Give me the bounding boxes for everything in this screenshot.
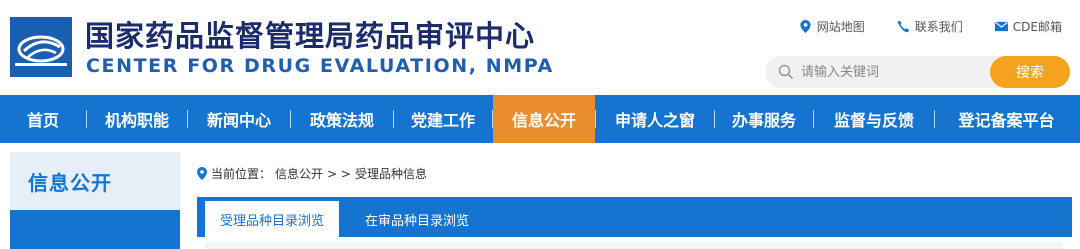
breadcrumb: 当前位置： 信息公开 > > 受理品种信息 (197, 165, 427, 182)
mail-icon (994, 21, 1008, 32)
phone-icon (897, 20, 909, 33)
breadcrumb-parent-link[interactable]: 信息公开 (275, 165, 323, 182)
nav-item-policy[interactable]: 政策法规 (291, 95, 393, 143)
nav-item-party[interactable]: 党建工作 (394, 95, 492, 143)
site-title-en: CENTER FOR DRUG EVALUATION, NMPA (86, 55, 554, 77)
map-pin-icon (800, 20, 811, 33)
search-icon (778, 64, 794, 80)
sitemap-link[interactable]: 网站地图 (799, 18, 865, 35)
main-nav: 首页 机构职能 新闻中心 政策法规 党建工作 信息公开 申请人之窗 办事服务 监… (0, 95, 1080, 143)
tab-accepted-catalog[interactable]: 受理品种目录浏览 (205, 201, 339, 237)
site-header: 国家药品监督管理局药品审评中心 CENTER FOR DRUG EVALUATI… (0, 0, 1080, 95)
nav-item-registration[interactable]: 登记备案平台 (935, 95, 1078, 143)
tabs-bar: 受理品种目录浏览 在审品种目录浏览 (197, 197, 1072, 237)
location-pin-icon (197, 167, 207, 180)
site-title-cn: 国家药品监督管理局药品审评中心 (85, 19, 536, 53)
nmpa-logo-icon[interactable] (10, 17, 72, 77)
contact-link[interactable]: 联系我们 (897, 18, 963, 35)
nav-item-functions[interactable]: 机构职能 (87, 95, 187, 143)
mail-label: CDE邮箱 (1012, 20, 1062, 34)
search-button[interactable]: 搜索 (990, 56, 1070, 88)
sidebar-title: 信息公开 (10, 152, 180, 210)
contact-label: 联系我们 (914, 20, 963, 34)
search-box: 搜索 (765, 56, 1070, 88)
content-area (205, 242, 1062, 249)
search-input[interactable] (801, 60, 981, 84)
nav-item-news[interactable]: 新闻中心 (188, 95, 290, 143)
nav-item-home[interactable]: 首页 (0, 95, 86, 143)
breadcrumb-current: 受理品种信息 (354, 167, 427, 181)
nav-item-info-public[interactable]: 信息公开 (493, 95, 595, 143)
tab-under-review-catalog[interactable]: 在审品种目录浏览 (347, 201, 487, 237)
nav-item-supervision[interactable]: 监督与反馈 (814, 95, 934, 143)
sidebar: 信息公开 (10, 152, 180, 249)
sitemap-label: 网站地图 (816, 20, 865, 34)
breadcrumb-separator: > > (327, 166, 351, 181)
nav-item-services[interactable]: 办事服务 (715, 95, 813, 143)
breadcrumb-prefix: 当前位置： (211, 167, 272, 181)
top-links: 网站地图 联系我们 CDE邮箱 (799, 18, 1062, 35)
mail-link[interactable]: CDE邮箱 (994, 18, 1062, 35)
nav-item-applicant[interactable]: 申请人之窗 (596, 95, 714, 143)
